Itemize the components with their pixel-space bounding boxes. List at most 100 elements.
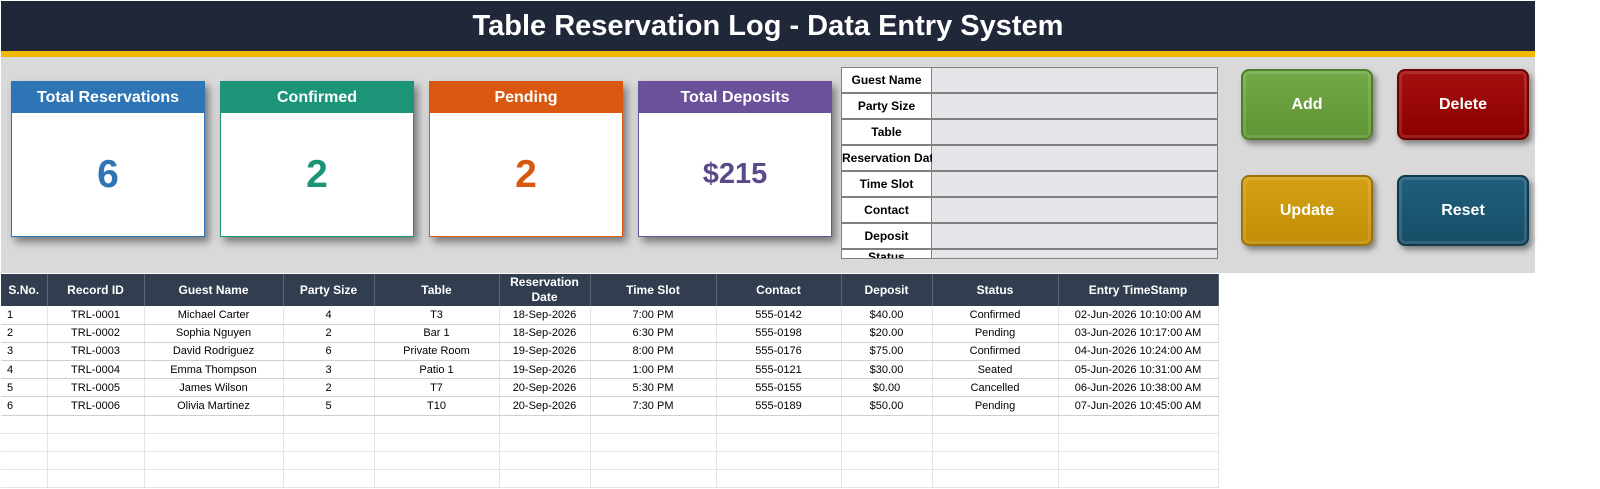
table-cell[interactable]: 6 xyxy=(283,342,375,362)
col-header[interactable]: S.No. xyxy=(1,274,48,306)
empty-cell[interactable] xyxy=(283,415,375,434)
empty-cell[interactable] xyxy=(716,415,842,434)
table-input[interactable] xyxy=(932,119,1218,145)
table-cell[interactable]: 3 xyxy=(283,360,375,380)
table-cell[interactable]: Patio 1 xyxy=(374,360,500,380)
col-header[interactable]: Deposit xyxy=(841,274,933,306)
table-cell[interactable]: 5 xyxy=(283,396,375,416)
table-cell[interactable]: $0.00 xyxy=(841,378,933,398)
table-cell[interactable]: 8:00 PM xyxy=(590,342,717,362)
empty-cell[interactable] xyxy=(144,433,284,453)
table-cell[interactable]: 02-Jun-2026 10:10:00 AM xyxy=(1058,306,1219,325)
empty-cell[interactable] xyxy=(932,415,1059,434)
table-cell[interactable]: Pending xyxy=(932,396,1059,416)
table-cell[interactable]: 555-0155 xyxy=(716,378,842,398)
empty-cell[interactable] xyxy=(374,469,500,489)
table-cell[interactable]: $40.00 xyxy=(841,306,933,325)
empty-cell[interactable] xyxy=(499,433,591,453)
empty-cell[interactable] xyxy=(1,451,48,471)
empty-cell[interactable] xyxy=(841,433,933,453)
table-row[interactable]: 1 TRL-0001 Michael Carter 4 T3 18-Sep-2026 7:0… xyxy=(1,306,1219,325)
empty-row[interactable] xyxy=(1,469,1219,489)
contact-input[interactable] xyxy=(932,197,1218,223)
empty-cell[interactable] xyxy=(47,469,145,489)
table-row[interactable]: 3 TRL-0003 David Rodriguez 6 Private Room 19-… xyxy=(1,342,1219,362)
deposit-input[interactable] xyxy=(932,223,1218,249)
table-cell[interactable]: $75.00 xyxy=(841,342,933,362)
empty-cell[interactable] xyxy=(932,469,1059,489)
table-cell[interactable]: TRL-0005 xyxy=(47,378,145,398)
col-header[interactable]: Table xyxy=(374,274,500,306)
table-cell[interactable]: TRL-0003 xyxy=(47,342,145,362)
table-row[interactable]: 6 TRL-0006 Olivia Martinez 5 T10 20-Sep-2026 7… xyxy=(1,396,1219,416)
table-cell[interactable]: Private Room xyxy=(374,342,500,362)
table-cell[interactable]: 4 xyxy=(1,360,48,380)
col-header[interactable]: Guest Name xyxy=(144,274,284,306)
empty-cell[interactable] xyxy=(1,469,48,489)
empty-cell[interactable] xyxy=(1058,469,1219,489)
empty-cell[interactable] xyxy=(374,451,500,471)
empty-cell[interactable] xyxy=(283,433,375,453)
empty-cell[interactable] xyxy=(374,433,500,453)
table-cell[interactable]: Olivia Martinez xyxy=(144,396,284,416)
reservation-date-input[interactable] xyxy=(932,145,1218,171)
col-header[interactable]: Reservation Date xyxy=(499,274,591,306)
table-cell[interactable]: 7:00 PM xyxy=(590,306,717,325)
empty-cell[interactable] xyxy=(716,451,842,471)
table-row[interactable]: 2 TRL-0002 Sophia Nguyen 2 Bar 1 18-Sep-2026 6… xyxy=(1,324,1219,343)
table-row[interactable]: 4 TRL-0004 Emma Thompson 3 Patio 1 19-Sep-202… xyxy=(1,360,1219,380)
empty-cell[interactable] xyxy=(283,451,375,471)
table-cell[interactable]: T7 xyxy=(374,378,500,398)
table-cell[interactable]: $50.00 xyxy=(841,396,933,416)
table-cell[interactable]: 3 xyxy=(1,342,48,362)
empty-cell[interactable] xyxy=(716,433,842,453)
empty-cell[interactable] xyxy=(1,415,48,434)
empty-cell[interactable] xyxy=(716,469,842,489)
table-cell[interactable]: Emma Thompson xyxy=(144,360,284,380)
status-input[interactable] xyxy=(932,249,1218,258)
table-cell[interactable]: 04-Jun-2026 10:24:00 AM xyxy=(1058,342,1219,362)
table-cell[interactable]: David Rodriguez xyxy=(144,342,284,362)
table-cell[interactable]: 06-Jun-2026 10:38:00 AM xyxy=(1058,378,1219,398)
table-cell[interactable]: 19-Sep-2026 xyxy=(499,360,591,380)
table-cell[interactable]: 555-0176 xyxy=(716,342,842,362)
time-slot-input[interactable] xyxy=(932,171,1218,197)
empty-cell[interactable] xyxy=(932,433,1059,453)
table-cell[interactable]: 2 xyxy=(283,324,375,343)
empty-cell[interactable] xyxy=(841,415,933,434)
empty-cell[interactable] xyxy=(590,451,717,471)
party-size-input[interactable] xyxy=(932,93,1218,119)
empty-cell[interactable] xyxy=(283,469,375,489)
table-cell[interactable]: 555-0142 xyxy=(716,306,842,325)
table-cell[interactable]: 5:30 PM xyxy=(590,378,717,398)
empty-cell[interactable] xyxy=(1058,433,1219,453)
empty-cell[interactable] xyxy=(841,469,933,489)
table-cell[interactable]: 20-Sep-2026 xyxy=(499,378,591,398)
table-cell[interactable]: 555-0121 xyxy=(716,360,842,380)
col-header[interactable]: Entry TimeStamp xyxy=(1058,274,1219,306)
table-cell[interactable]: 555-0189 xyxy=(716,396,842,416)
table-cell[interactable]: Bar 1 xyxy=(374,324,500,343)
table-cell[interactable]: 1 xyxy=(1,306,48,325)
empty-cell[interactable] xyxy=(590,415,717,434)
table-cell[interactable]: $20.00 xyxy=(841,324,933,343)
empty-cell[interactable] xyxy=(374,415,500,434)
empty-cell[interactable] xyxy=(590,433,717,453)
table-cell[interactable]: Sophia Nguyen xyxy=(144,324,284,343)
update-button[interactable]: Update xyxy=(1241,175,1373,246)
empty-cell[interactable] xyxy=(499,451,591,471)
table-cell[interactable]: 555-0198 xyxy=(716,324,842,343)
empty-cell[interactable] xyxy=(144,451,284,471)
empty-row[interactable] xyxy=(1,415,1219,434)
table-cell[interactable]: TRL-0001 xyxy=(47,306,145,325)
table-cell[interactable]: 18-Sep-2026 xyxy=(499,324,591,343)
table-cell[interactable]: 19-Sep-2026 xyxy=(499,342,591,362)
table-cell[interactable]: $30.00 xyxy=(841,360,933,380)
col-header[interactable]: Party Size xyxy=(283,274,375,306)
empty-cell[interactable] xyxy=(499,469,591,489)
add-button[interactable]: Add xyxy=(1241,69,1373,140)
table-cell[interactable]: 2 xyxy=(283,378,375,398)
table-cell[interactable]: 05-Jun-2026 10:31:00 AM xyxy=(1058,360,1219,380)
delete-button[interactable]: Delete xyxy=(1397,69,1529,140)
table-cell[interactable]: James Wilson xyxy=(144,378,284,398)
